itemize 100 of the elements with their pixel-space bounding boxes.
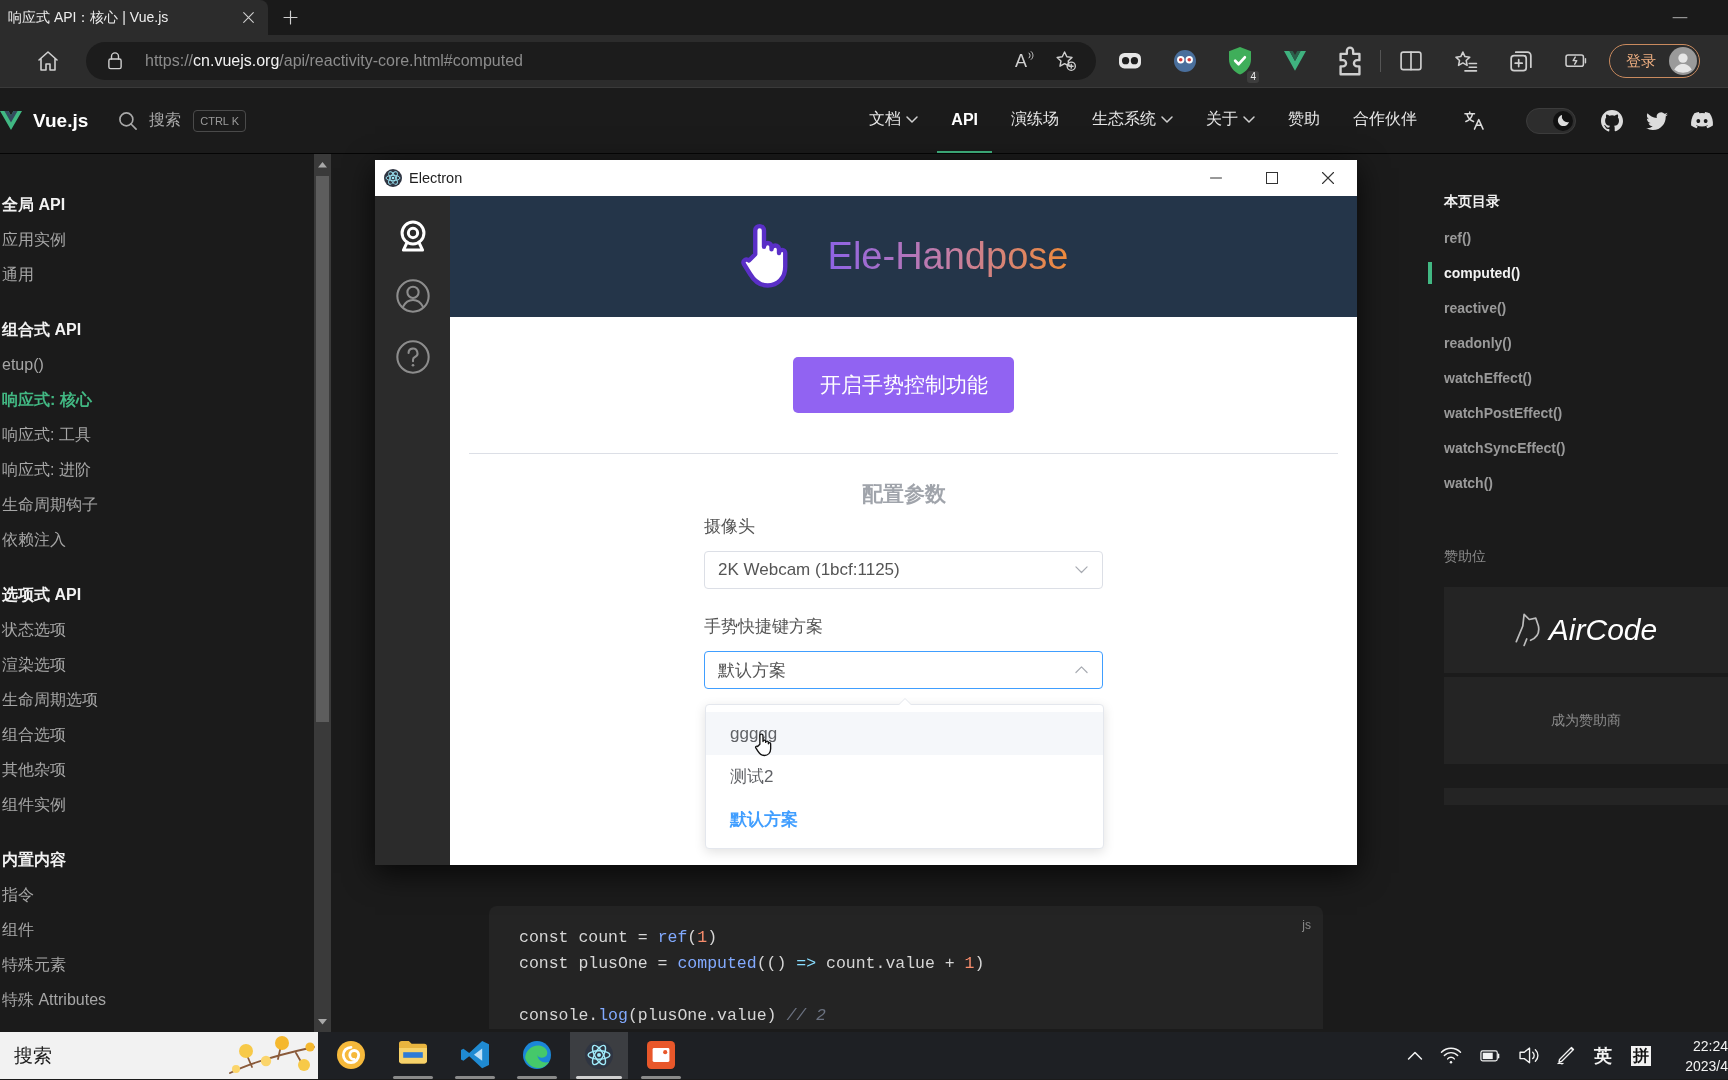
scroll-up-icon[interactable] [318, 162, 327, 168]
chevron-down-icon [1075, 566, 1088, 574]
sidebar-link[interactable]: 渲染选项 [2, 647, 66, 682]
sidebar-link[interactable]: 生命周期钩子 [2, 487, 98, 522]
sidebar-link[interactable]: 特殊 Attributes [2, 982, 107, 1017]
search-field[interactable]: 搜索 [0, 1032, 318, 1079]
site-logo[interactable]: Vue.js [33, 109, 89, 132]
toc-link[interactable]: watch() [1428, 472, 1493, 494]
face-icon[interactable] [1174, 50, 1196, 72]
search-button[interactable]: 搜索 CTRL K [119, 109, 246, 132]
sidebar-link[interactable]: 通用 [2, 257, 34, 292]
theme-toggle[interactable] [1526, 107, 1576, 134]
sidebar-link[interactable]: etup() [2, 347, 44, 382]
clock-time[interactable]: 22:24 [1692, 1035, 1728, 1056]
home-icon[interactable] [38, 51, 58, 71]
clock-date[interactable]: 2023/4 [1685, 1055, 1728, 1076]
toc-link[interactable]: watchPostEffect() [1428, 402, 1563, 424]
sound-waves-icon [1028, 51, 1033, 60]
scrollbar-thumb[interactable] [316, 176, 329, 723]
nav-link[interactable]: 关于 [1192, 88, 1269, 153]
start-button[interactable]: 开启手势控制功能 [793, 357, 1014, 413]
v-logo-icon[interactable] [1284, 51, 1306, 71]
sponsor-card[interactable]: AirCode [1444, 587, 1728, 673]
cat-outline-icon [1514, 613, 1541, 647]
puzzle-icon[interactable] [1339, 46, 1361, 76]
nav-link[interactable]: 赞助 [1274, 88, 1334, 153]
controller-icon[interactable] [1691, 112, 1713, 129]
select-field[interactable]: 2K Webcam (1bcf:1125) [704, 551, 1103, 589]
sidebar-link[interactable]: 响应式: 工具 [2, 417, 91, 452]
close-icon[interactable] [1322, 172, 1334, 184]
stacked-squares-icon[interactable] [1510, 50, 1532, 72]
sidebar-heading: 全局 API [2, 195, 66, 215]
address-bar[interactable]: https://cn.vuejs.org/api/reactivity-core.html#computed A [86, 42, 1096, 80]
sidebar-link[interactable]: 应用实例 [2, 222, 66, 257]
field-label: 手势快捷键方案 [704, 616, 823, 637]
speaker-icon[interactable] [1519, 1047, 1538, 1064]
toc-link[interactable]: watchSyncEffect() [1428, 437, 1566, 459]
plus-icon[interactable] [284, 11, 297, 24]
maximize-icon[interactable] [1266, 172, 1278, 184]
taskbar-button[interactable] [570, 1032, 628, 1079]
bird-icon[interactable] [1646, 111, 1668, 130]
nav-link[interactable]: 合作伙伴 [1339, 88, 1431, 153]
battery-icon[interactable] [1480, 1049, 1500, 1062]
pointing-hand-icon [738, 223, 789, 290]
scrollbar[interactable] [314, 154, 331, 1032]
lock-icon [108, 52, 122, 70]
window-title: Electron [409, 170, 463, 186]
sidebar-link[interactable]: 依赖注入 [2, 522, 66, 557]
star-plus-icon[interactable] [1056, 51, 1076, 71]
select-field[interactable]: 默认方案 [704, 651, 1103, 689]
toc-link[interactable]: watchEffect() [1428, 367, 1532, 389]
user-icon[interactable] [395, 279, 430, 314]
shield-check-icon[interactable] [1229, 47, 1251, 75]
nav-link[interactable]: 文档 [855, 88, 933, 153]
sidebar-link[interactable]: 其他杂项 [2, 752, 66, 787]
battery-icon[interactable] [1565, 54, 1587, 68]
read-aloud-button[interactable]: A [1015, 51, 1033, 71]
nav-link[interactable]: API [937, 88, 992, 153]
goggles-icon[interactable] [1119, 53, 1141, 69]
dropdown-option[interactable]: 测试2 [706, 755, 1103, 798]
input-mode-indicator[interactable]: 英 [1594, 1043, 1612, 1068]
star-list-icon[interactable] [1455, 50, 1477, 72]
v-logo-icon[interactable] [0, 110, 22, 130]
sidebar-link[interactable]: 组合选项 [2, 717, 66, 752]
cat-silhouette-icon[interactable] [1601, 109, 1623, 132]
nav-link[interactable]: 演练场 [997, 88, 1073, 153]
toc-link[interactable]: computed() [1428, 262, 1521, 284]
browser-tab[interactable]: 响应式 API：核心 | Vue.js [0, 0, 268, 35]
code-language: js [1302, 917, 1311, 933]
toc-link[interactable]: readonly() [1428, 332, 1512, 354]
split-screen-icon[interactable] [1400, 51, 1422, 71]
webcam-icon[interactable] [399, 220, 426, 253]
avatar-icon [1669, 47, 1697, 75]
sidebar-link[interactable]: 特殊元素 [2, 947, 66, 982]
chevron-up-icon[interactable] [1408, 1051, 1422, 1060]
sidebar-link[interactable]: 响应式: 进阶 [2, 452, 91, 487]
toc-link[interactable]: reactive() [1428, 297, 1507, 319]
pen-icon[interactable] [1557, 1046, 1575, 1065]
sidebar-link[interactable]: 生命周期选项 [2, 682, 98, 717]
photo-tile-icon [647, 1041, 675, 1069]
help-icon[interactable] [395, 340, 430, 375]
wifi-icon[interactable] [1441, 1047, 1461, 1064]
swirl-icon [337, 1041, 365, 1069]
atom-icon [585, 1041, 613, 1069]
sidebar-link[interactable]: 指令 [2, 877, 34, 912]
sidebar-link[interactable]: 状态选项 [2, 612, 66, 647]
sidebar-link[interactable]: 组件实例 [2, 787, 66, 822]
sidebar-link[interactable]: 组件 [2, 912, 34, 947]
chevron-up-icon [1075, 666, 1088, 674]
nav-link[interactable]: 生态系统 [1078, 88, 1187, 153]
sponsor-link[interactable]: 成为赞助商 [1444, 677, 1728, 764]
moon-icon [1557, 114, 1569, 127]
translate-icon[interactable] [1464, 110, 1484, 130]
folder-icon [399, 1041, 427, 1064]
ime-indicator[interactable]: 拼 [1631, 1045, 1651, 1066]
sidebar-link[interactable]: 响应式: 核心 [2, 382, 92, 417]
toc-link[interactable]: ref() [1428, 227, 1472, 249]
sidebar-heading: 选项式 API [2, 585, 82, 605]
sign-in-button[interactable]: 登录 [1609, 44, 1700, 78]
scroll-down-icon[interactable] [318, 1018, 327, 1024]
